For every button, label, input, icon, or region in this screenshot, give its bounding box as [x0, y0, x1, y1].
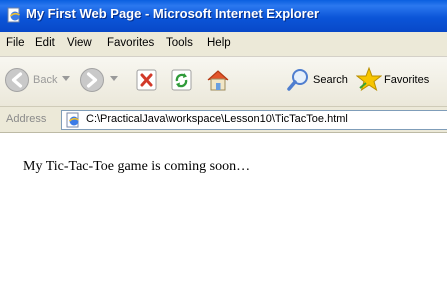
- menu-favorites[interactable]: Favorites: [107, 37, 154, 49]
- title-bar[interactable]: My First Web Page - Microsoft Internet E…: [0, 0, 447, 32]
- menu-edit[interactable]: Edit: [35, 37, 55, 49]
- back-icon[interactable]: [4, 67, 30, 93]
- ie-page-icon: [66, 112, 79, 128]
- menu-help[interactable]: Help: [207, 37, 231, 49]
- back-button-label[interactable]: Back: [33, 74, 57, 86]
- forward-icon[interactable]: [79, 67, 105, 93]
- search-icon[interactable]: [286, 67, 310, 93]
- page-content: My Tic-Tac-Toe game is coming soon…: [0, 133, 447, 303]
- standard-toolbar: Back Search Favorites: [0, 57, 447, 107]
- refresh-icon[interactable]: [171, 69, 192, 91]
- menu-file[interactable]: File: [6, 37, 25, 49]
- search-button-label[interactable]: Search: [313, 74, 348, 86]
- back-dropdown-icon[interactable]: [62, 76, 70, 82]
- browser-window: My First Web Page - Microsoft Internet E…: [0, 0, 447, 303]
- page-body-text: My Tic-Tac-Toe game is coming soon…: [23, 159, 251, 174]
- favorites-star-icon[interactable]: [356, 66, 382, 93]
- address-bar: Address C:\PracticalJava\workspace\Lesso…: [0, 107, 447, 133]
- menu-view[interactable]: View: [67, 37, 92, 49]
- address-label: Address: [6, 113, 47, 125]
- favorites-button-label[interactable]: Favorites: [384, 74, 429, 86]
- address-url[interactable]: C:\PracticalJava\workspace\Lesson10\TicT…: [86, 113, 348, 125]
- ie-page-icon: [7, 7, 20, 23]
- address-field[interactable]: C:\PracticalJava\workspace\Lesson10\TicT…: [61, 110, 447, 130]
- menu-tools[interactable]: Tools: [166, 37, 193, 49]
- home-icon[interactable]: [205, 67, 231, 93]
- forward-dropdown-icon[interactable]: [110, 76, 118, 82]
- menu-bar: File Edit View Favorites Tools Help: [0, 32, 447, 57]
- window-title: My First Web Page - Microsoft Internet E…: [26, 6, 320, 21]
- stop-icon[interactable]: [136, 69, 157, 91]
